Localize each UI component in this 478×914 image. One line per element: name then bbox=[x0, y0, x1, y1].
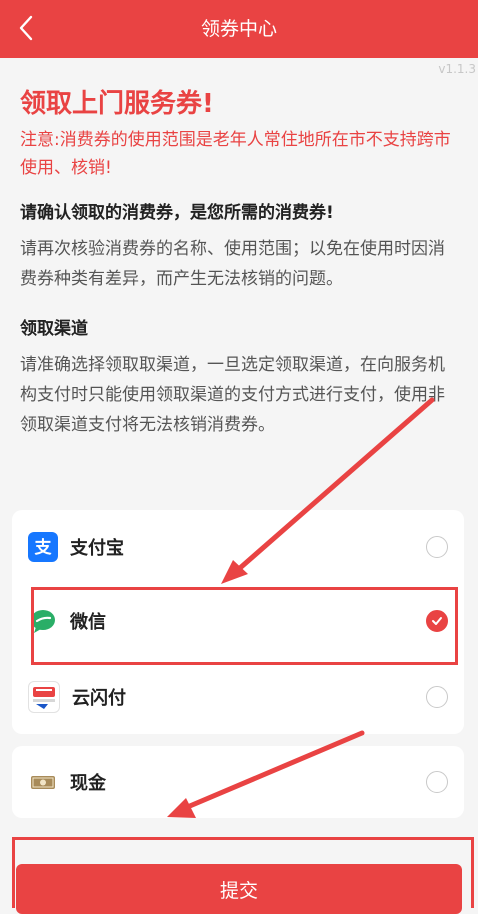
radio-button[interactable] bbox=[426, 771, 448, 793]
radio-button[interactable] bbox=[426, 536, 448, 558]
payment-channel-list: 支 支付宝 微信 云闪付 bbox=[12, 510, 464, 734]
payment-option-alipay[interactable]: 支 支付宝 bbox=[12, 510, 464, 584]
app-header: 领券中心 bbox=[0, 0, 478, 58]
cash-icon bbox=[28, 767, 58, 797]
submit-button[interactable]: 提交 bbox=[16, 864, 462, 914]
cash-option-card: 现金 bbox=[12, 746, 464, 818]
payment-option-label: 现金 bbox=[70, 773, 106, 794]
radio-button-checked[interactable] bbox=[426, 610, 448, 632]
main-title: 领取上门服务券! bbox=[20, 89, 214, 119]
page-title: 领券中心 bbox=[200, 18, 277, 40]
payment-option-label: 微信 bbox=[70, 612, 106, 633]
payment-option-label: 支付宝 bbox=[70, 538, 124, 559]
confirm-text: 请再次核验消费券的名称、使用范围；以免在使用时因消费券种类有差异，而产生无法核销… bbox=[20, 239, 445, 289]
payment-option-cash[interactable]: 现金 bbox=[12, 746, 464, 818]
payment-option-wechat[interactable]: 微信 bbox=[12, 584, 464, 658]
svg-text:支: 支 bbox=[35, 537, 53, 557]
channel-text: 请准确选择领取取渠道，一旦选定领取渠道，在向服务机构支付时只能使用领取渠道的支付… bbox=[20, 355, 445, 435]
payment-option-label: 云闪付 bbox=[72, 688, 126, 709]
notice-text: 注意:消费券的使用范围是老年人常住地所在市不支持跨市使用、核销! bbox=[20, 130, 451, 178]
wechat-icon bbox=[28, 606, 58, 636]
alipay-icon: 支 bbox=[28, 532, 58, 562]
check-icon bbox=[432, 617, 442, 625]
unionpay-quickpass-icon bbox=[28, 681, 60, 713]
version-label: v1.1.3 bbox=[438, 62, 476, 76]
payment-option-unionpay[interactable]: 云闪付 bbox=[12, 660, 464, 734]
info-section: 领取上门服务券! 注意:消费券的使用范围是老年人常住地所在市不支持跨市使用、核销… bbox=[20, 86, 458, 440]
radio-button[interactable] bbox=[426, 686, 448, 708]
channel-title: 领取渠道 bbox=[20, 319, 88, 339]
confirm-title: 请确认领取的消费券，是您所需的消费券! bbox=[20, 203, 334, 223]
